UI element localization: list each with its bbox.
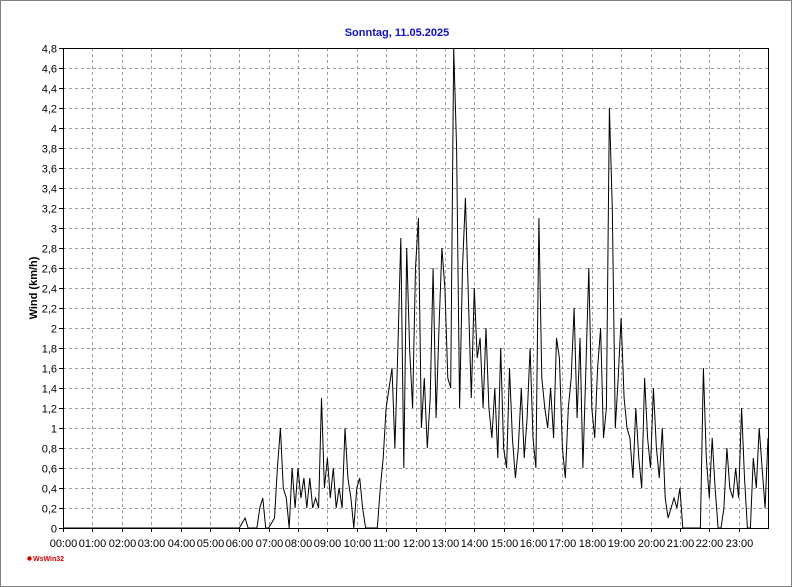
y-tick-label: 2,4 xyxy=(42,284,57,296)
chart-title: Sonntag, 11.05.2025 xyxy=(345,27,450,39)
x-tick-label: 22:00 xyxy=(696,538,724,550)
y-tick-label: 0,8 xyxy=(42,444,57,456)
y-tick-label: 3 xyxy=(51,224,57,236)
y-axis-label: Wind (km/h) xyxy=(28,256,40,319)
y-tick-label: 2,6 xyxy=(42,264,57,276)
x-tick-label: 03:00 xyxy=(138,538,166,550)
x-tick-label: 02:00 xyxy=(109,538,137,550)
x-tick-label: 12:00 xyxy=(403,538,431,550)
x-tick-label: 10:00 xyxy=(344,538,372,550)
series-group xyxy=(63,47,769,529)
x-tick-label: 17:00 xyxy=(549,538,577,550)
x-tick-label: 05:00 xyxy=(197,538,225,550)
y-tick-label: 0,6 xyxy=(42,464,57,476)
y-tick-label: 1,6 xyxy=(42,364,57,376)
x-tick-label: 09:00 xyxy=(314,538,342,550)
y-tick-label: 4,2 xyxy=(42,104,57,116)
x-tick-label: 19:00 xyxy=(608,538,636,550)
y-tick-label: 1 xyxy=(51,424,57,436)
x-tick-label: 06:00 xyxy=(226,538,254,550)
x-tick-label: 23:00 xyxy=(726,538,754,550)
y-tick-label: 3,4 xyxy=(42,184,57,196)
y-tick-label: 0,4 xyxy=(42,484,57,496)
x-tick-label: 13:00 xyxy=(432,538,460,550)
x-tick-label: 16:00 xyxy=(520,538,548,550)
y-tick-label: 4,8 xyxy=(42,44,57,56)
x-tick-labels: 00:00 01:00 02:00 03:00 04:00 05:00 06:00 07:00… xyxy=(50,528,754,550)
y-tick-label: 2,2 xyxy=(42,304,57,316)
x-tick-label: 15:00 xyxy=(491,538,519,550)
grid xyxy=(63,48,769,529)
logo-text: WsWin32 xyxy=(33,556,64,563)
x-tick-label: 21:00 xyxy=(667,538,695,550)
x-tick-label: 20:00 xyxy=(638,538,666,550)
x-tick-label: 01:00 xyxy=(79,538,107,550)
x-tick-label: 11:00 xyxy=(373,538,400,550)
x-tick-label: 08:00 xyxy=(285,538,313,550)
x-tick-label: 14:00 xyxy=(461,538,489,550)
y-tick-label: 1,2 xyxy=(42,404,57,416)
y-tick-label: 0 xyxy=(51,524,57,536)
x-tick-label: 07:00 xyxy=(256,538,284,550)
y-tick-label: 4,6 xyxy=(42,64,57,76)
x-tick-label: 04:00 xyxy=(168,538,196,550)
x-tick-label: 00:00 xyxy=(50,538,78,550)
y-tick-label: 2,8 xyxy=(42,244,57,256)
y-tick-labels: 0 0,2 0,4 0,6 0,8 1 1,2 1,4 1,6 1,8 2 2,2 2,4 2,6 2,8 3… xyxy=(42,44,63,536)
y-tick-label: 1,8 xyxy=(42,344,57,356)
wind-chart: Sonntag, 11.05.2025 Wind (km/h) 00:00 01:… xyxy=(27,27,769,563)
y-tick-label: 1,4 xyxy=(42,384,57,396)
y-tick-label: 3,8 xyxy=(42,144,57,156)
wswin-logo: WsWin32 xyxy=(27,556,64,563)
y-tick-label: 0,2 xyxy=(42,504,57,516)
y-tick-label: 3,6 xyxy=(42,164,57,176)
logo-dot-icon xyxy=(27,556,32,561)
y-tick-label: 2 xyxy=(51,324,57,336)
y-tick-label: 4 xyxy=(51,124,57,136)
y-tick-label: 4,4 xyxy=(42,84,57,96)
y-tick-label: 3,2 xyxy=(42,204,57,216)
wind-series-line xyxy=(63,47,769,529)
x-tick-label: 18:00 xyxy=(579,538,607,550)
